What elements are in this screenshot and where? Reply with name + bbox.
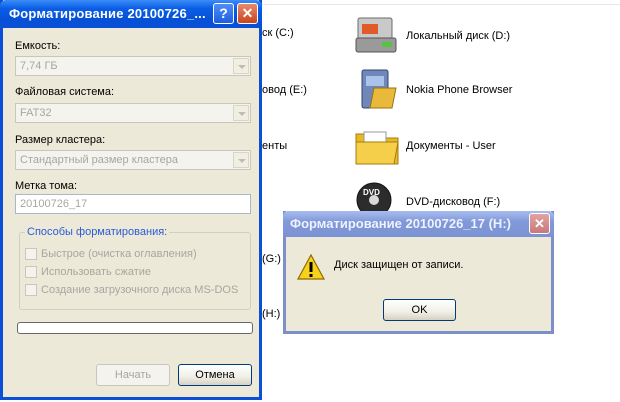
- nokia-phone-browser-item[interactable]: Nokia Phone Browser: [352, 64, 512, 116]
- write-protected-message-box: Форматирование 20100726_17 (H:) ✕ Диск з…: [283, 211, 554, 334]
- start-button[interactable]: Начать: [96, 364, 170, 386]
- checkbox-icon[interactable]: [25, 284, 37, 296]
- ok-button-label: OK: [411, 304, 428, 316]
- checkbox-icon[interactable]: [25, 248, 37, 260]
- dvd-drive-label: DVD-дисковод (F:): [406, 196, 501, 208]
- chevron-down-icon[interactable]: [233, 58, 249, 74]
- msdos-boot-disk-label: Создание загрузочного диска MS-DOS: [41, 284, 239, 296]
- volume-label-label: Метка тома:: [15, 180, 78, 192]
- format-progress-bar: [17, 322, 253, 334]
- drive-e-label[interactable]: овод (E:): [262, 84, 307, 96]
- help-icon: ?: [219, 5, 228, 21]
- compression-checkbox[interactable]: Использовать сжатие: [25, 265, 151, 279]
- start-button-label: Начать: [114, 369, 152, 381]
- folder-icon: [352, 122, 402, 170]
- close-button[interactable]: ✕: [237, 3, 258, 24]
- drive-h-label[interactable]: (H:): [262, 308, 280, 320]
- close-icon: ✕: [241, 5, 254, 21]
- filesystem-value: FAT32: [20, 107, 52, 119]
- nokia-phone-browser-label: Nokia Phone Browser: [406, 84, 513, 96]
- format-options-title: Способы форматирования:: [25, 226, 170, 238]
- drive-g-label[interactable]: (G:): [262, 253, 281, 265]
- volume-label-input[interactable]: 20100726_17: [15, 194, 251, 214]
- cluster-size-value: Стандартный размер кластера: [20, 154, 178, 166]
- help-button[interactable]: ?: [213, 3, 234, 24]
- drive-c-label[interactable]: ск (C:): [262, 27, 294, 39]
- quick-format-checkbox[interactable]: Быстрое (очистка оглавления): [25, 247, 197, 261]
- msdos-boot-disk-checkbox[interactable]: Создание загрузочного диска MS-DOS: [25, 283, 238, 297]
- capacity-label: Емкость:: [15, 40, 61, 52]
- message-box-titlebar[interactable]: Форматирование 20100726_17 (H:) ✕: [283, 211, 554, 237]
- filesystem-select[interactable]: FAT32: [15, 103, 251, 123]
- warning-icon: [296, 253, 326, 281]
- format-dialog-title: Форматирование 20100726_...: [9, 6, 206, 21]
- hard-drive-icon: [352, 12, 402, 60]
- capacity-select[interactable]: 7,74 ГБ: [15, 56, 251, 76]
- format-dialog-titlebar[interactable]: Форматирование 20100726_... ? ✕: [0, 0, 262, 28]
- ok-button[interactable]: OK: [383, 299, 456, 321]
- svg-text:DVD: DVD: [363, 188, 380, 197]
- documents-user-label: Документы - User: [406, 140, 496, 152]
- chevron-down-icon[interactable]: [233, 152, 249, 168]
- phone-browser-icon: [352, 66, 402, 114]
- cluster-size-select[interactable]: Стандартный размер кластера: [15, 150, 251, 170]
- chevron-down-icon[interactable]: [233, 105, 249, 121]
- documents-label[interactable]: енты: [262, 140, 287, 152]
- quick-format-label: Быстрое (очистка оглавления): [41, 248, 197, 260]
- close-icon: ✕: [534, 216, 545, 231]
- format-dialog: Форматирование 20100726_... ? ✕ Емкость:…: [0, 0, 262, 400]
- drive-d-item[interactable]: Локальный диск (D:): [352, 10, 510, 62]
- explorer-divider: [262, 4, 620, 5]
- capacity-value: 7,74 ГБ: [20, 60, 58, 72]
- compression-label: Использовать сжатие: [41, 266, 152, 278]
- message-box-title: Форматирование 20100726_17 (H:): [290, 216, 511, 231]
- cluster-size-label: Размер кластера:: [15, 134, 106, 146]
- cancel-button-label: Отмена: [195, 369, 235, 381]
- message-text: Диск защищен от записи.: [334, 259, 464, 271]
- message-box-close-button[interactable]: ✕: [529, 213, 550, 234]
- volume-label-value: 20100726_17: [20, 198, 88, 210]
- drive-d-label: Локальный диск (D:): [406, 30, 511, 42]
- cancel-button[interactable]: Отмена: [178, 364, 252, 386]
- filesystem-label: Файловая система:: [15, 86, 115, 98]
- checkbox-icon[interactable]: [25, 266, 37, 278]
- documents-user-item[interactable]: Документы - User: [352, 120, 496, 172]
